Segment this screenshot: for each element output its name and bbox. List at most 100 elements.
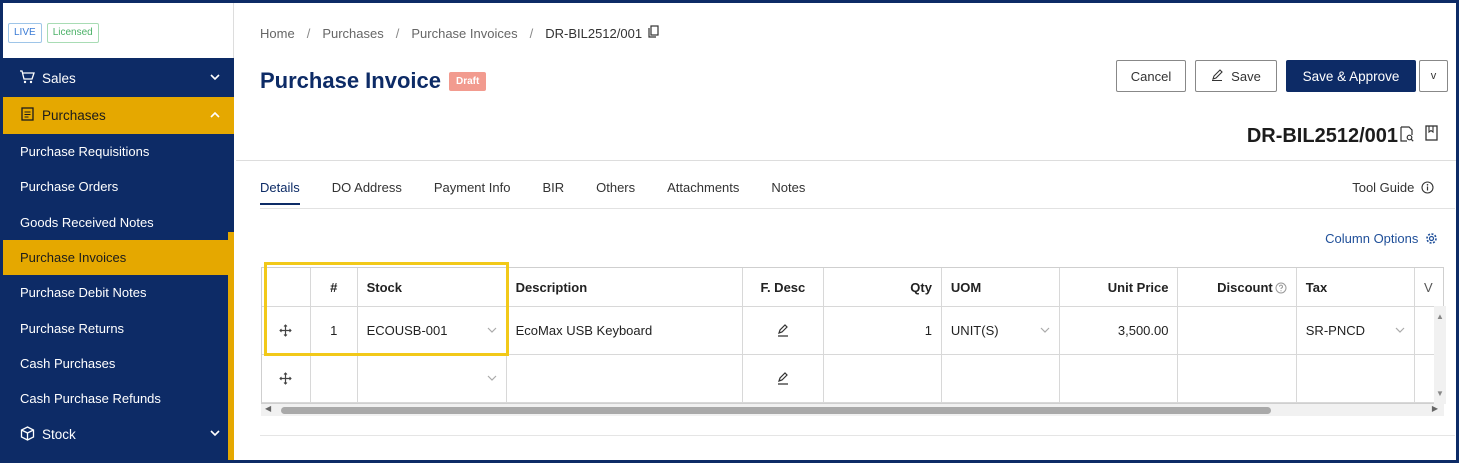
document-search-icon[interactable]: [1400, 126, 1414, 147]
save-approve-button[interactable]: Save & Approve: [1286, 60, 1416, 92]
tax-select-value: SR-PNCD: [1305, 323, 1365, 338]
document-number: DR-BIL2512/001: [1246, 125, 1398, 147]
sidebar-item-label: Purchases: [42, 108, 106, 123]
tab-do-address[interactable]: DO Address: [332, 180, 402, 205]
breadcrumb: Home / Purchases / Purchase Invoices / D…: [260, 25, 659, 41]
scroll-right-icon[interactable]: ▶: [1432, 404, 1438, 413]
drag-handle-icon[interactable]: [262, 355, 311, 403]
licensed-badge: Licensed: [46, 23, 99, 43]
header-divider: [236, 160, 1456, 161]
column-header-tax[interactable]: Tax: [1296, 268, 1416, 307]
edit-description-icon[interactable]: [743, 307, 824, 355]
breadcrumb-purchases[interactable]: Purchases: [322, 26, 383, 41]
qty-field[interactable]: [823, 355, 942, 403]
column-header-unit-price[interactable]: Unit Price: [1060, 268, 1179, 307]
edit-description-icon[interactable]: [743, 355, 824, 403]
tab-bar: Details DO Address Payment Info BIR Othe…: [260, 180, 837, 205]
page-title: Purchase Invoice Draft: [260, 68, 487, 94]
unit-price-field[interactable]: 3,500.00: [1060, 307, 1179, 355]
column-header-fdesc[interactable]: F. Desc: [743, 268, 824, 307]
sidebar-subitem-purchase-invoices[interactable]: Purchase Invoices: [3, 239, 234, 276]
sidebar-subitem-cash-purchases[interactable]: Cash Purchases: [3, 346, 234, 381]
column-header-discount[interactable]: Discount: [1178, 268, 1297, 307]
scroll-up-icon[interactable]: ▲: [1436, 312, 1444, 321]
uom-select[interactable]: UNIT(S): [941, 307, 1061, 355]
pencil-icon: [1211, 68, 1223, 84]
info-icon: [1418, 180, 1434, 195]
tab-details[interactable]: Details: [260, 180, 300, 205]
save-button-label: Save: [1231, 68, 1261, 84]
help-icon[interactable]: [1273, 280, 1287, 295]
chevron-down-icon: [210, 429, 220, 440]
uom-select[interactable]: [941, 355, 1061, 403]
sidebar: LIVE Licensed Sales Purchases Purchase R…: [3, 3, 234, 460]
uom-select-value: UNIT(S): [950, 323, 999, 338]
row-number: [310, 355, 358, 403]
gear-icon: [1422, 231, 1438, 246]
sidebar-item-purchases[interactable]: Purchases: [3, 97, 234, 134]
save-button[interactable]: Save: [1195, 60, 1277, 92]
sidebar-item-label: Sales: [42, 71, 76, 86]
tabs-divider: [260, 208, 1455, 209]
description-field[interactable]: EcoMax USB Keyboard: [506, 307, 744, 355]
breadcrumb-purchase-invoices[interactable]: Purchase Invoices: [411, 26, 517, 41]
tax-select[interactable]: SR-PNCD: [1296, 307, 1416, 355]
column-header-truncated: V: [1415, 268, 1443, 307]
tab-others[interactable]: Others: [596, 180, 635, 205]
sidebar-item-stock[interactable]: Stock: [3, 416, 234, 453]
column-header-uom[interactable]: UOM: [941, 268, 1061, 307]
bookmark-icon[interactable]: [1425, 125, 1438, 146]
qty-field[interactable]: 1: [823, 307, 942, 355]
sidebar-subitem-purchase-debit-notes[interactable]: Purchase Debit Notes: [3, 275, 234, 310]
column-header-description[interactable]: Description: [506, 268, 744, 307]
breadcrumb-separator: /: [395, 25, 400, 41]
tool-guide-link[interactable]: Tool Guide: [1352, 180, 1434, 195]
description-field[interactable]: [506, 355, 744, 403]
discount-field[interactable]: [1178, 355, 1297, 403]
tab-payment-info[interactable]: Payment Info: [434, 180, 511, 205]
sidebar-header: LIVE Licensed: [3, 3, 234, 58]
breadcrumb-home[interactable]: Home: [260, 26, 295, 41]
stock-select[interactable]: [357, 355, 507, 403]
horizontal-scrollbar[interactable]: ◀ ▶: [261, 404, 1444, 416]
sidebar-subitem-goods-received-notes[interactable]: Goods Received Notes: [3, 205, 234, 240]
page-title-text: Purchase Invoice: [260, 68, 441, 93]
breadcrumb-current: DR-BIL2512/001: [545, 25, 643, 41]
tab-bir[interactable]: BIR: [542, 180, 564, 205]
sidebar-item-label: Stock: [42, 427, 76, 443]
tab-attachments[interactable]: Attachments: [667, 180, 739, 205]
chevron-down-icon: [1040, 325, 1050, 336]
table-row: [262, 355, 1443, 403]
column-header-qty[interactable]: Qty: [823, 268, 942, 307]
tool-guide-label: Tool Guide: [1352, 180, 1415, 195]
more-actions-button[interactable]: v: [1419, 60, 1448, 92]
scroll-down-icon[interactable]: ▼: [1436, 389, 1444, 398]
cart-icon: [18, 70, 36, 87]
copy-icon[interactable]: [648, 25, 659, 41]
column-options-link[interactable]: Column Options: [1325, 231, 1438, 246]
box-icon: [18, 426, 36, 444]
status-badge: Draft: [448, 71, 487, 91]
sidebar-item-sales[interactable]: Sales: [3, 60, 234, 97]
sidebar-subitem-purchase-orders[interactable]: Purchase Orders: [3, 169, 234, 204]
discount-field[interactable]: [1178, 307, 1297, 355]
chevron-down-icon: [210, 73, 220, 84]
scrollbar-thumb[interactable]: [281, 407, 1271, 414]
footer-divider: [260, 435, 1455, 436]
sidebar-subitem-purchase-requisitions[interactable]: Purchase Requisitions: [3, 134, 234, 169]
scroll-left-icon[interactable]: ◀: [265, 404, 271, 413]
cancel-button[interactable]: Cancel: [1116, 60, 1186, 92]
tax-select[interactable]: [1296, 355, 1416, 403]
breadcrumb-separator: /: [529, 25, 534, 41]
live-badge: LIVE: [8, 23, 42, 43]
tab-notes[interactable]: Notes: [771, 180, 805, 205]
column-header-discount-label: Discount: [1217, 279, 1273, 295]
vertical-scrollbar[interactable]: ▲ ▼: [1434, 306, 1446, 404]
sidebar-subitem-purchase-returns[interactable]: Purchase Returns: [3, 310, 234, 345]
sidebar-subitem-cash-purchase-refunds[interactable]: Cash Purchase Refunds: [3, 381, 234, 416]
unit-price-field[interactable]: [1060, 355, 1179, 403]
chevron-down-icon: [487, 373, 497, 384]
column-options-label: Column Options: [1325, 231, 1419, 246]
sidebar-active-rail: [228, 232, 234, 460]
receipt-icon: [18, 107, 36, 124]
